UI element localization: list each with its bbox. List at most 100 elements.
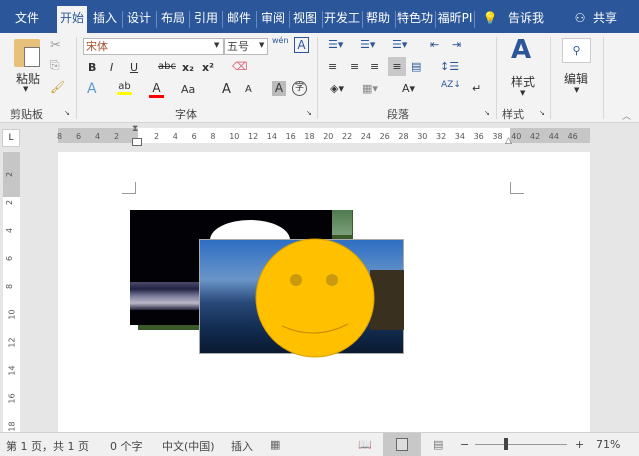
macro-record-icon[interactable]: ▦ <box>270 438 280 451</box>
insert-mode[interactable]: 插入 <box>231 438 253 454</box>
subscript-button[interactable]: x₂ <box>182 61 194 74</box>
distributed-icon[interactable]: ▤ <box>411 60 421 73</box>
styles-launcher-icon[interactable]: ↘ <box>539 109 545 117</box>
tab-help[interactable]: 帮助 <box>363 8 393 33</box>
tab-selector-icon[interactable]: L <box>2 129 20 147</box>
vertical-ruler-number: 18 <box>7 421 17 432</box>
ruler-number: 24 <box>360 132 371 141</box>
tab-insert[interactable]: 插入 <box>90 8 120 33</box>
language[interactable]: 中文(中国) <box>162 438 215 454</box>
vertical-ruler[interactable]: 2 2 4 6 8 10 12 14 16 18 <box>3 152 20 432</box>
smiley-shape[interactable] <box>254 237 376 359</box>
tab-design[interactable]: 设计 <box>124 8 154 33</box>
zoom-out-button[interactable]: − <box>460 438 469 451</box>
print-layout-button[interactable] <box>383 433 421 456</box>
ruler-number: 6 <box>76 132 82 141</box>
show-marks-icon[interactable]: ↵ <box>472 82 481 95</box>
paste-dropdown-icon[interactable]: ▼ <box>23 85 28 93</box>
increase-indent-icon[interactable]: ⇥ <box>452 38 461 51</box>
grow-font-button[interactable]: A <box>222 82 231 97</box>
strikethrough-button[interactable]: abc <box>158 61 176 72</box>
right-indent-marker[interactable]: △ <box>505 136 512 146</box>
character-border-button[interactable]: A <box>294 37 309 53</box>
bold-button[interactable]: B <box>88 61 96 74</box>
multilevel-list-icon[interactable]: ☰▾ <box>392 38 407 51</box>
editing-button[interactable]: 编辑 <box>564 70 588 87</box>
cut-icon[interactable]: ✂ <box>50 38 61 53</box>
phonetic-guide-button[interactable]: wén <box>272 36 289 45</box>
zoom-slider-thumb[interactable] <box>504 438 509 450</box>
decrease-indent-icon[interactable]: ⇤ <box>430 38 439 51</box>
highlight-color-icon[interactable]: ab <box>117 81 132 95</box>
shading-icon[interactable]: ◈▾ <box>330 82 344 95</box>
editing-dropdown-icon[interactable]: ▼ <box>574 86 579 94</box>
tab-view[interactable]: 视图 <box>290 8 320 33</box>
clear-formatting-icon[interactable]: ⌫ <box>232 60 248 73</box>
tab-layout[interactable]: 布局 <box>158 8 188 33</box>
clipboard-launcher-icon[interactable]: ↘ <box>64 109 70 117</box>
lightbulb-icon[interactable]: 💡 <box>482 8 498 33</box>
line-spacing-icon[interactable]: ↕☰ <box>440 60 459 73</box>
read-mode-icon[interactable]: 📖 <box>358 438 372 451</box>
underline-button[interactable]: U <box>130 61 138 74</box>
change-case-button[interactable]: Aa <box>181 83 195 96</box>
font-group-label: 字体 <box>175 108 197 121</box>
document-page[interactable] <box>58 152 590 432</box>
superscript-button[interactable]: x² <box>202 61 214 74</box>
justify-icon[interactable]: ≡ <box>388 57 406 76</box>
text-effects-icon[interactable]: A <box>87 81 97 97</box>
first-line-indent-marker[interactable]: ⧗ <box>132 124 138 134</box>
zoom-in-button[interactable]: + <box>575 438 584 451</box>
align-right-icon[interactable]: ≡ <box>370 60 379 73</box>
styles-dropdown-icon[interactable]: ▼ <box>520 89 525 97</box>
share-person-icon[interactable]: ⚇ <box>572 8 588 33</box>
asian-layout-icon[interactable]: A▾ <box>402 82 415 95</box>
font-launcher-icon[interactable]: ↘ <box>306 109 312 117</box>
word-count[interactable]: 0 个字 <box>110 438 143 454</box>
zoom-level[interactable]: 71% <box>596 438 620 451</box>
smiley-face <box>255 238 375 358</box>
tab-file[interactable]: 文件 <box>8 8 46 33</box>
enclose-characters-icon[interactable]: 字 <box>292 81 307 96</box>
styles-button[interactable]: 样式 <box>511 73 535 90</box>
font-size-dropdown-icon[interactable]: ▼ <box>259 41 264 49</box>
font-color-icon[interactable]: A <box>149 81 164 98</box>
horizontal-ruler[interactable]: L 8 6 4 2 2 4 6 8 10 12 14 16 18 20 22 24 26 28 30 32 34 36 38… <box>0 124 639 148</box>
find-search-icon[interactable]: ⚲ <box>562 38 591 63</box>
font-name-select[interactable]: 宋体 <box>83 38 224 55</box>
bullets-icon[interactable]: ☰▾ <box>328 38 343 51</box>
tab-special[interactable]: 特色功 <box>396 8 434 33</box>
paste-clipboard-icon[interactable] <box>14 39 40 67</box>
tell-me-button[interactable]: 告诉我 <box>505 8 547 33</box>
sort-icon[interactable]: AZ↓ <box>441 80 461 90</box>
ribbon-home: 粘贴 ▼ ✂ ⎘ 🖌 剪贴板 ↘ 宋体 ▼ 五号 ▼ wén A B I U a… <box>0 33 639 123</box>
format-painter-icon[interactable]: 🖌 <box>50 80 65 94</box>
vertical-scrollbar[interactable] <box>622 152 639 432</box>
shrink-font-button[interactable]: A <box>245 84 252 95</box>
copy-icon[interactable]: ⎘ <box>50 58 60 73</box>
web-layout-icon[interactable]: ▤ <box>433 438 443 451</box>
numbering-icon[interactable]: ☰▾ <box>360 38 375 51</box>
align-center-icon[interactable]: ≡ <box>350 60 359 73</box>
tab-mailings[interactable]: 邮件 <box>224 8 254 33</box>
styles-icon[interactable]: A <box>511 35 531 65</box>
tab-home[interactable]: 开始 <box>57 6 87 33</box>
ruler-number: 8 <box>57 132 63 141</box>
left-indent-marker[interactable] <box>132 138 142 146</box>
font-name-dropdown-icon[interactable]: ▼ <box>214 41 219 49</box>
borders-icon[interactable]: ▦▾ <box>362 82 378 95</box>
character-shading-icon[interactable]: A <box>272 81 286 96</box>
zoom-slider-track[interactable] <box>475 444 567 445</box>
page-count[interactable]: 第 1 页，共 1 页 <box>6 438 89 454</box>
share-button[interactable]: 共享 <box>590 8 620 33</box>
tab-developer[interactable]: 开发工 <box>323 8 361 33</box>
paragraph-launcher-icon[interactable]: ↘ <box>484 109 490 117</box>
tab-review[interactable]: 审阅 <box>258 8 288 33</box>
tab-foxit-pdf[interactable]: 福昕PI <box>436 8 474 33</box>
align-left-icon[interactable]: ≡ <box>328 60 337 73</box>
italic-button[interactable]: I <box>110 61 113 74</box>
collapse-ribbon-icon[interactable]: ︿ <box>622 109 631 122</box>
tab-references[interactable]: 引用 <box>191 8 221 33</box>
ruler-number: 30 <box>417 132 428 141</box>
smiley-right-eye <box>326 274 338 286</box>
